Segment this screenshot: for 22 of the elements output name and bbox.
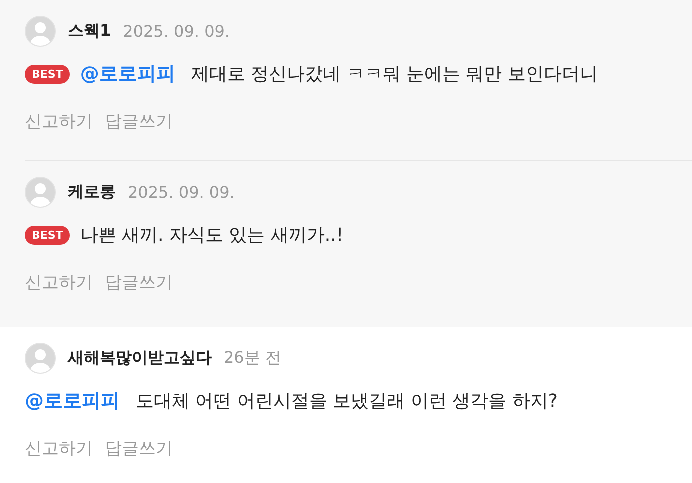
mention-link[interactable]: @로로피피 — [25, 388, 120, 414]
report-link[interactable]: 신고하기 — [25, 110, 93, 133]
comment-date: 2025. 09. 09. — [128, 182, 235, 202]
reply-link[interactable]: 답글쓰기 — [105, 110, 173, 133]
reply-link[interactable]: 답글쓰기 — [105, 437, 173, 460]
avatar-icon — [25, 176, 56, 208]
report-link[interactable]: 신고하기 — [25, 437, 93, 460]
comment-date: 2025. 09. 09. — [123, 22, 230, 40]
avatar-icon — [25, 342, 56, 374]
best-badge: BEST — [25, 64, 70, 84]
comment-text: 제대로 정신나갔네 ㅋㅋ뭐 눈에는 뭐만 보인다더니 — [191, 63, 598, 86]
mention-link[interactable]: @로로피피 — [80, 61, 176, 87]
author-name: 케로롱 — [68, 182, 116, 202]
best-badge: BEST — [25, 226, 70, 244]
avatar-icon — [25, 16, 56, 46]
comment-date: 26분 전 — [224, 348, 282, 368]
comment-text: 나쁜 새끼. 자식도 있는 새끼가..! — [80, 224, 344, 247]
reply-link[interactable]: 답글쓰기 — [105, 271, 173, 294]
author-name: 새해복많이받고싶다 — [68, 348, 212, 368]
comment-text: 도대체 어떤 어린시절을 보냈길래 이런 생각을 하지? — [136, 390, 558, 413]
author-name: 스웩1 — [68, 20, 112, 42]
report-link[interactable]: 신고하기 — [25, 271, 93, 294]
